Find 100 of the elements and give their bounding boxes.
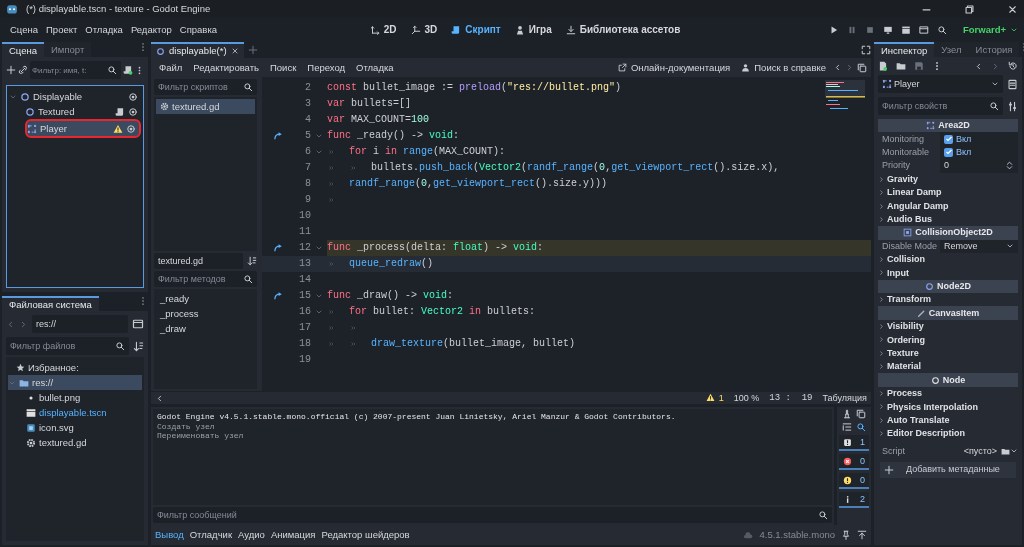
menu-item[interactable]: Редактировать: [189, 61, 263, 74]
path-field[interactable]: res://: [32, 315, 128, 333]
filter-toggle[interactable]: 0: [839, 454, 869, 470]
property-group[interactable]: Linear Damp: [878, 185, 1018, 200]
search-icon[interactable]: [936, 25, 947, 35]
filter-field[interactable]: Фильтр методов: [154, 271, 257, 287]
panel-tab[interactable]: Вывод: [155, 529, 184, 541]
warning-icon[interactable]: [113, 123, 123, 134]
menu-item[interactable]: Справка: [175, 24, 222, 36]
filter-toggle[interactable]: 1: [839, 435, 869, 451]
section-header[interactable]: Node: [878, 373, 1018, 387]
new-resource-icon[interactable]: [878, 61, 888, 71]
copy-icon[interactable]: [856, 409, 866, 419]
plus-icon[interactable]: [6, 65, 16, 75]
property-group[interactable]: Collision: [878, 252, 1018, 267]
menu-item[interactable]: Редактор: [126, 24, 176, 36]
override-arrow-icon[interactable]: [273, 131, 283, 141]
toolbar-link[interactable]: Онлайн-документация: [613, 61, 735, 74]
window-icon[interactable]: [918, 25, 929, 35]
add-tab-icon[interactable]: [247, 45, 258, 55]
workspace-tab[interactable]: Игра: [511, 22, 555, 38]
filter-toggle[interactable]: 2: [839, 492, 869, 508]
folder-icon[interactable]: [1001, 446, 1010, 456]
filter-field[interactable]: Фильтр сообщений: [153, 507, 832, 523]
tree-item[interactable]: Displayable: [9, 89, 141, 104]
layout-icon[interactable]: [132, 318, 144, 330]
collapse-icon[interactable]: [842, 422, 852, 432]
override-arrow-icon[interactable]: [273, 291, 283, 301]
checkbox-field[interactable]: Вкл: [940, 132, 1018, 146]
node-selector[interactable]: Player: [878, 75, 1003, 93]
method-item[interactable]: _ready: [156, 291, 255, 306]
resource-field[interactable]: <пусто>: [940, 444, 1001, 458]
filter-field[interactable]: Фильтр свойств: [878, 97, 1003, 115]
stop-icon[interactable]: [864, 25, 875, 35]
file-item[interactable]: icon.svg: [26, 420, 142, 435]
override-arrow-icon[interactable]: [273, 243, 283, 253]
tree-item[interactable]: Player: [25, 119, 141, 138]
property-group[interactable]: Audio Bus: [878, 212, 1018, 227]
tree-item[interactable]: Textured: [25, 104, 141, 119]
menu-item[interactable]: Сцена: [6, 24, 42, 36]
filter-field[interactable]: Фильтр скриптов: [154, 79, 257, 95]
panel-tab[interactable]: Отладчик: [189, 529, 233, 541]
workspace-tab[interactable]: 3D: [407, 22, 441, 38]
filter-field[interactable]: Фильтр файлов: [6, 337, 129, 355]
fold-icon[interactable]: [315, 132, 323, 140]
dock-tab[interactable]: Инспектор: [874, 42, 935, 57]
property-group[interactable]: Visibility: [878, 319, 1018, 334]
dock-tab[interactable]: Импорт: [44, 42, 92, 57]
section-header[interactable]: Node2D: [878, 279, 1018, 294]
number-field[interactable]: 0: [940, 159, 1018, 173]
property-group[interactable]: Material: [878, 360, 1018, 374]
property-group[interactable]: Editor Description: [878, 427, 1018, 441]
section-header[interactable]: CollisionObject2D: [878, 226, 1018, 240]
indent-mode[interactable]: Табуляция: [822, 392, 867, 404]
restore-icon[interactable]: [964, 3, 975, 15]
method-item[interactable]: _draw: [156, 321, 255, 336]
panel-tab[interactable]: Анимация: [270, 529, 316, 541]
expand-icon[interactable]: [857, 530, 867, 540]
menu-item[interactable]: Переход: [303, 61, 350, 74]
script-item[interactable]: textured.gd: [156, 99, 255, 114]
file-item[interactable]: textured.gd: [26, 435, 142, 450]
workspace-tab[interactable]: 2D: [366, 22, 400, 38]
fold-icon[interactable]: [315, 308, 323, 316]
dock-tab[interactable]: Файловая система: [2, 296, 99, 311]
save-icon[interactable]: [914, 61, 924, 71]
menu-item[interactable]: Поиск: [266, 61, 301, 74]
close-icon[interactable]: [1007, 3, 1018, 15]
property-group[interactable]: Gravity: [878, 172, 1018, 186]
pin-icon[interactable]: [841, 530, 851, 540]
scroll-left-icon[interactable]: [155, 393, 164, 403]
link-icon[interactable]: [18, 65, 28, 75]
visibility-icon[interactable]: [126, 123, 136, 134]
dock-tab[interactable]: Узел: [934, 42, 969, 57]
menu-item[interactable]: Проект: [42, 24, 82, 36]
back-icon[interactable]: [974, 61, 983, 71]
property-group[interactable]: Ordering: [878, 333, 1018, 347]
menu-item[interactable]: Файл: [155, 61, 187, 74]
script-icon[interactable]: [115, 106, 125, 117]
editor-tab[interactable]: displayable(*): [151, 42, 244, 58]
warnings-indicator[interactable]: 1: [705, 392, 724, 404]
method-item[interactable]: _process: [156, 306, 255, 321]
folder-icon[interactable]: [896, 61, 906, 71]
close-icon[interactable]: [230, 47, 239, 55]
workspace-tab[interactable]: Библиотека ассетов: [562, 22, 684, 38]
search-icon[interactable]: [856, 422, 866, 432]
clapper-icon[interactable]: [900, 25, 911, 35]
menu-item[interactable]: Отладка: [352, 61, 398, 74]
monitor-icon[interactable]: [882, 25, 893, 35]
dock-tab[interactable]: История: [968, 42, 1020, 57]
section-header[interactable]: Area2D: [878, 119, 1018, 133]
renderer-dropdown[interactable]: Forward+: [962, 24, 1018, 36]
dock-tab[interactable]: Сцена: [2, 42, 44, 57]
visibility-icon[interactable]: [128, 106, 138, 117]
fold-icon[interactable]: [315, 148, 323, 156]
property-group[interactable]: Physics Interpolation: [878, 400, 1018, 414]
history-icon[interactable]: [1008, 61, 1018, 71]
panel-tab[interactable]: Редактор шейдеров: [321, 529, 410, 541]
sort-icon[interactable]: [133, 340, 144, 352]
section-header[interactable]: CanvasItem: [878, 306, 1018, 320]
filter-toggle[interactable]: 0: [839, 473, 869, 489]
